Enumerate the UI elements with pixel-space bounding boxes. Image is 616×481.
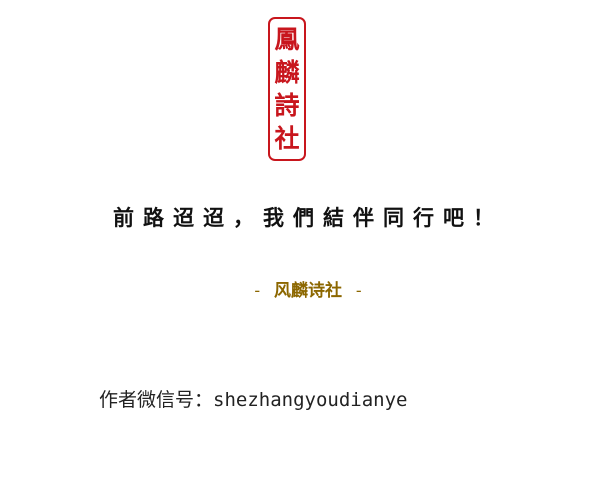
society-signature: - 风麟诗社 - bbox=[0, 279, 616, 303]
seal-char-4: 社 bbox=[274, 124, 300, 153]
society-name: 风麟诗社 bbox=[274, 281, 342, 301]
seal-char-3: 詩 bbox=[274, 91, 300, 120]
wechat-label: 作者微信号： bbox=[99, 389, 214, 411]
signature-dash-left: - bbox=[254, 281, 261, 301]
seal-stamp: 鳳 麟 詩 社 bbox=[268, 17, 306, 161]
wechat-contact: 作者微信号：shezhangyoudianye bbox=[99, 386, 407, 414]
headline: 前路迢迢，我們結伴同行吧！ bbox=[113, 205, 503, 230]
wechat-id[interactable]: shezhangyoudianye bbox=[213, 389, 407, 411]
seal-char-2: 麟 bbox=[274, 58, 300, 87]
seal-char-1: 鳳 bbox=[274, 25, 300, 54]
signature-dash-right: - bbox=[355, 281, 362, 301]
